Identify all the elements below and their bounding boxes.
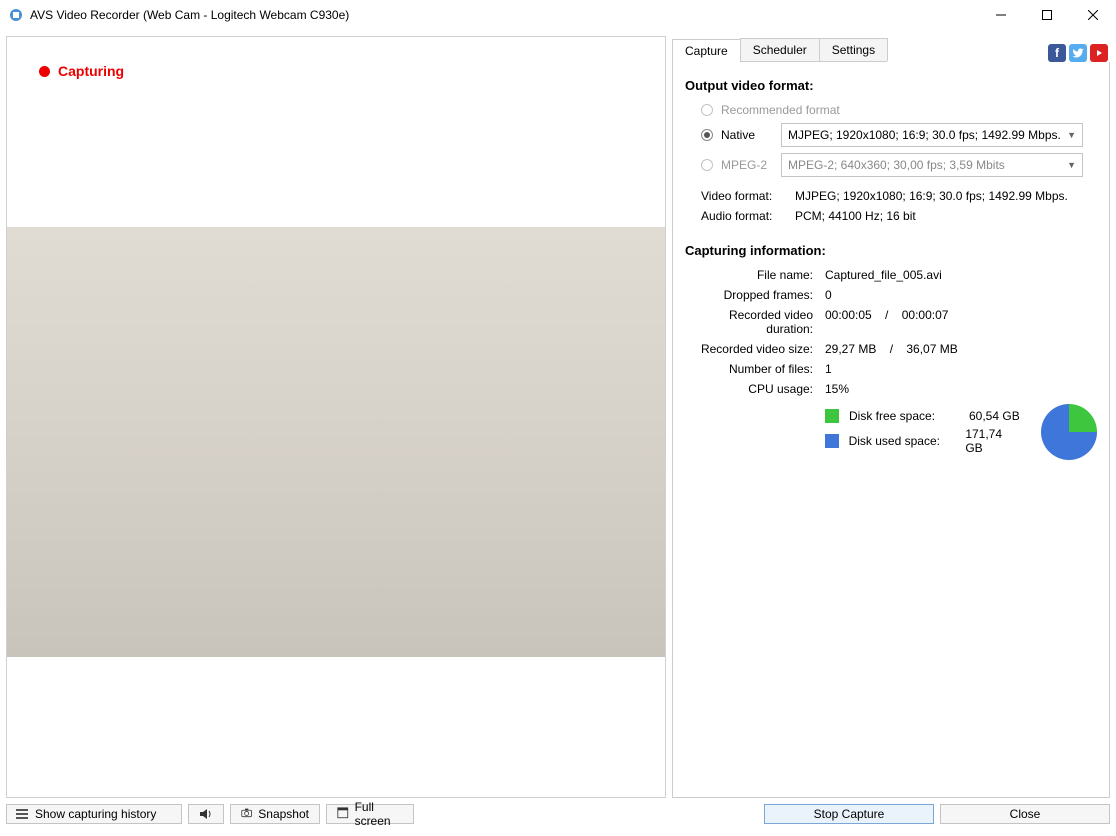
snapshot-label: Snapshot	[258, 807, 309, 821]
cpu-label: CPU usage:	[685, 382, 825, 396]
chevron-down-icon: ▼	[1067, 130, 1076, 140]
list-icon	[15, 807, 29, 821]
disk-free-label: Disk free space:	[849, 409, 959, 423]
show-history-button[interactable]: Show capturing history	[6, 804, 182, 824]
close-button[interactable]: Close	[940, 804, 1110, 824]
tab-capture[interactable]: Capture	[672, 39, 741, 62]
stop-capture-button[interactable]: Stop Capture	[764, 804, 934, 824]
radio-recommended[interactable]	[701, 104, 713, 116]
video-format-value: MJPEG; 1920x1080; 16:9; 30.0 fps; 1492.9…	[795, 189, 1068, 203]
facebook-icon[interactable]: f	[1048, 44, 1066, 62]
mpeg2-combo-text: MPEG-2; 640x360; 30,00 fps; 3,59 Mbits	[788, 158, 1005, 172]
volume-button[interactable]	[188, 804, 224, 824]
size-label: Recorded video size:	[685, 342, 825, 356]
disk-used-value: 171,74 GB	[965, 427, 1021, 455]
audio-format-label: Audio format:	[685, 209, 795, 223]
disk-pie-chart	[1041, 404, 1097, 460]
fullscreen-label: Full screen	[355, 800, 403, 828]
close-window-button[interactable]	[1070, 0, 1116, 30]
video-format-label: Video format:	[685, 189, 795, 203]
capturing-badge: Capturing	[39, 63, 124, 79]
native-combo-text: MJPEG; 1920x1080; 16:9; 30.0 fps; 1492.9…	[788, 128, 1061, 142]
mpeg2-combo[interactable]: MPEG-2; 640x360; 30,00 fps; 3,59 Mbits ▼	[781, 153, 1083, 177]
preview-image	[7, 227, 665, 657]
window-title: AVS Video Recorder (Web Cam - Logitech W…	[30, 8, 978, 22]
duration-value: 00:00:05 / 00:00:07	[825, 308, 948, 336]
disk-used-label: Disk used space:	[849, 434, 956, 448]
camera-icon	[241, 807, 252, 821]
mpeg2-label: MPEG-2	[721, 158, 773, 172]
capturing-status-text: Capturing	[58, 63, 124, 79]
disk-free-value: 60,54 GB	[969, 409, 1020, 423]
title-bar: AVS Video Recorder (Web Cam - Logitech W…	[0, 0, 1116, 30]
close-label: Close	[1010, 807, 1041, 821]
stop-capture-label: Stop Capture	[814, 807, 885, 821]
duration-label: Recorded video duration:	[685, 308, 825, 336]
capture-panel: Output video format: Recommended format …	[672, 62, 1110, 798]
native-label: Native	[721, 128, 773, 142]
tab-scheduler[interactable]: Scheduler	[740, 38, 820, 61]
snapshot-button[interactable]: Snapshot	[230, 804, 320, 824]
audio-format-value: PCM; 44100 Hz; 16 bit	[795, 209, 916, 223]
bottom-bar: Show capturing history Snapshot Full scr…	[0, 804, 1116, 830]
native-combo[interactable]: MJPEG; 1920x1080; 16:9; 30.0 fps; 1492.9…	[781, 123, 1083, 147]
tab-settings[interactable]: Settings	[819, 38, 888, 61]
files-value: 1	[825, 362, 832, 376]
maximize-button[interactable]	[1024, 0, 1070, 30]
show-history-label: Show capturing history	[35, 807, 156, 821]
files-label: Number of files:	[685, 362, 825, 376]
recommended-label: Recommended format	[721, 103, 840, 117]
capinfo-title: Capturing information:	[685, 243, 1097, 258]
app-icon	[8, 7, 24, 23]
speaker-icon	[199, 807, 213, 821]
record-dot-icon	[39, 66, 50, 77]
fullscreen-icon	[337, 807, 349, 821]
dropped-frames-label: Dropped frames:	[685, 288, 825, 302]
fullscreen-button[interactable]: Full screen	[326, 804, 414, 824]
video-preview: Capturing	[6, 36, 666, 798]
dropped-frames-value: 0	[825, 288, 832, 302]
size-value: 29,27 MB / 36,07 MB	[825, 342, 958, 356]
legend-used-color	[825, 434, 839, 448]
chevron-down-icon: ▼	[1067, 160, 1076, 170]
file-name-label: File name:	[685, 268, 825, 282]
cpu-value: 15%	[825, 382, 849, 396]
youtube-icon[interactable]	[1090, 44, 1108, 62]
file-name-value: Captured_file_005.avi	[825, 268, 942, 282]
radio-native[interactable]	[701, 129, 713, 141]
twitter-icon[interactable]	[1069, 44, 1087, 62]
minimize-button[interactable]	[978, 0, 1024, 30]
radio-mpeg2[interactable]	[701, 159, 713, 171]
legend-free-color	[825, 409, 839, 423]
output-format-title: Output video format:	[685, 78, 1097, 93]
